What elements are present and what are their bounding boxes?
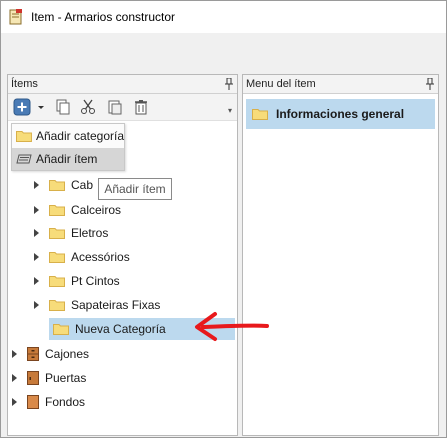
tree-item-label: Eletros — [71, 226, 109, 240]
tree-item-label: Nueva Categoría — [75, 322, 166, 336]
folder-icon — [49, 252, 65, 263]
items-panel-header: Ítems — [8, 75, 237, 94]
delete-button[interactable] — [132, 98, 150, 116]
folder-icon — [252, 109, 268, 120]
tree-item[interactable]: Calceiros — [34, 200, 121, 220]
window-title: Item - Armarios constructor — [31, 10, 176, 24]
drawer-icon — [27, 347, 39, 361]
tree-item-label: Sapateiras Fixas — [71, 298, 161, 312]
folder-icon — [49, 300, 65, 311]
door-icon — [27, 371, 39, 385]
tree-item[interactable]: Fondos — [12, 392, 85, 412]
cut-button[interactable] — [79, 98, 97, 116]
copy-button[interactable] — [54, 98, 72, 116]
menu-item-label: Añadir categoría — [35, 129, 124, 143]
tree-item[interactable]: Pt Cintos — [34, 271, 120, 291]
tree-item-label: Cab — [71, 178, 94, 192]
tree-item[interactable]: Puertas — [12, 368, 86, 388]
red-arrow-annotation — [195, 312, 269, 341]
main-window: Item - Armarios constructor Ítems ▾ Cab … — [0, 0, 447, 438]
tree-item-label: Cajones — [45, 347, 90, 361]
item-menu-panel-header: Menu del ítem — [243, 75, 438, 94]
folder-icon — [49, 228, 65, 239]
tree-item[interactable]: Eletros — [34, 223, 108, 243]
expand-arrow-icon[interactable] — [34, 229, 39, 237]
toolbar-overflow-icon[interactable]: ▾ — [225, 106, 235, 116]
folder-icon — [16, 131, 32, 142]
expand-arrow-icon[interactable] — [12, 350, 17, 358]
expand-arrow-icon[interactable] — [12, 398, 17, 406]
app-document-icon — [9, 9, 22, 25]
expand-arrow-icon[interactable] — [34, 301, 39, 309]
expand-arrow-icon[interactable] — [34, 253, 39, 261]
tree-item[interactable]: Cab — [34, 175, 93, 195]
add-button[interactable] — [13, 98, 31, 116]
tree-item-label: Pt Cintos — [71, 274, 120, 288]
folder-icon — [53, 324, 69, 335]
back-panel-icon — [27, 395, 39, 409]
add-dropdown-button[interactable] — [35, 98, 47, 116]
tree-item-label: Calceiros — [71, 203, 122, 217]
add-dropdown-menu: Añadir categoría Añadir ítem — [11, 123, 125, 171]
items-toolbar: ▾ — [8, 94, 237, 121]
title-bar: Item - Armarios constructor — [1, 1, 446, 33]
top-strip — [1, 33, 446, 73]
folder-icon — [49, 276, 65, 287]
tree-item-label: Puertas — [45, 371, 87, 385]
tree-item[interactable]: Sapateiras Fixas — [34, 295, 160, 315]
item-menu-panel: Menu del ítem Informaciones general — [242, 74, 439, 436]
expand-arrow-icon[interactable] — [34, 206, 39, 214]
tree-item-label: Fondos — [45, 395, 86, 409]
items-panel-title: Ítems — [11, 78, 38, 90]
expand-arrow-icon[interactable] — [34, 277, 39, 285]
menu-item-add-item[interactable]: Añadir ítem — [12, 148, 124, 170]
item-menu-panel-title: Menu del ítem — [246, 78, 316, 90]
tree-item-label: Acessórios — [71, 250, 130, 264]
item-stack-icon — [16, 154, 32, 164]
folder-icon — [49, 180, 65, 191]
tree-item[interactable]: Acessórios — [34, 247, 130, 267]
expand-arrow-icon[interactable] — [34, 181, 39, 189]
menu-item-label: Añadir ítem — [36, 152, 98, 166]
folder-icon — [49, 205, 65, 216]
pin-icon[interactable] — [426, 78, 434, 90]
expand-arrow-icon[interactable] — [12, 374, 17, 382]
menu-item-add-category[interactable]: Añadir categoría — [12, 125, 124, 147]
item-menu-entry-selected[interactable]: Informaciones general — [246, 99, 435, 129]
tooltip: Añadir ítem — [98, 178, 172, 200]
item-menu-entry-label: Informaciones general — [276, 107, 405, 121]
tree-item[interactable]: Cajones — [12, 344, 89, 364]
pin-icon[interactable] — [225, 78, 233, 90]
paste-button[interactable] — [106, 98, 124, 116]
